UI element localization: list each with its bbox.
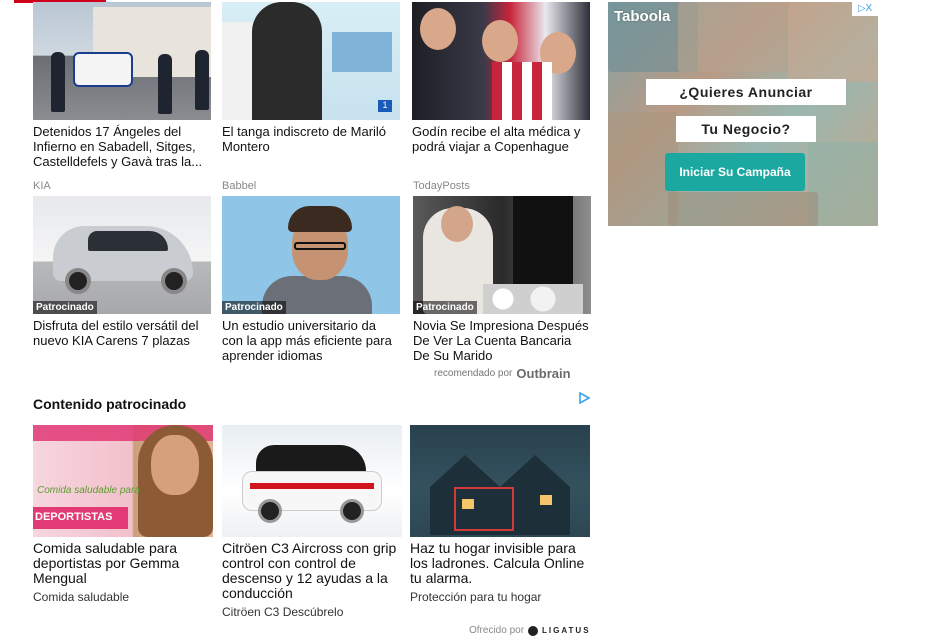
article-thumbnail[interactable] (412, 2, 590, 120)
thumb-banner-text: DEPORTISTAS (33, 507, 128, 529)
sponsored-thumbnail[interactable]: Patrocinado (222, 196, 400, 314)
ad-headline-line1: ¿Quieres Anunciar (646, 79, 846, 105)
article-card-3[interactable]: Godín recibe el alta médica y podrá viaj… (412, 2, 590, 154)
adchoices-play-icon[interactable] (578, 392, 590, 404)
sponsor-brand: Babbel (222, 180, 257, 192)
sponsored-title[interactable]: Novia Se Impresiona Después De Ver La Cu… (413, 318, 591, 363)
recommended-by-outbrain[interactable]: recomendado por Outbrain (434, 366, 571, 381)
ligatus-title[interactable]: Haz tu hogar invisible para los ladrones… (410, 541, 590, 586)
ligatus-card-1[interactable]: Comida saludable para DEPORTISTAS Comida… (33, 425, 213, 604)
article-title[interactable]: Godín recibe el alta médica y podrá viaj… (412, 124, 590, 154)
sponsored-card-3[interactable]: Patrocinado Novia Se Impresiona Después … (413, 196, 591, 363)
sponsored-title[interactable]: Disfruta del estilo versátil del nuevo K… (33, 318, 211, 348)
sponsored-badge: Patrocinado (413, 301, 477, 314)
outbrain-logo[interactable]: Outbrain (516, 366, 570, 381)
adchoices-icon[interactable]: ▷X (852, 2, 878, 16)
sponsored-title[interactable]: Un estudio universitario da con la app m… (222, 318, 400, 363)
sponsored-thumbnail[interactable]: Patrocinado (33, 196, 211, 314)
article-title[interactable]: El tanga indiscreto de Mariló Montero (222, 124, 400, 154)
sponsored-badge: Patrocinado (33, 301, 97, 314)
ligatus-thumbnail[interactable] (222, 425, 402, 537)
ligatus-thumbnail[interactable]: Comida saludable para DEPORTISTAS (33, 425, 213, 537)
taboola-ad-banner[interactable]: Taboola ▷X ¿Quieres Anunciar Tu Negocio?… (608, 2, 878, 226)
ligatus-desc[interactable]: Comida saludable (33, 590, 213, 604)
recommended-label: recomendado por (434, 368, 513, 379)
ad-headline-line2: Tu Negocio? (676, 116, 816, 142)
sponsored-card-1[interactable]: Patrocinado Disfruta del estilo versátil… (33, 196, 211, 348)
sponsored-card-2[interactable]: Patrocinado Un estudio universitario da … (222, 196, 400, 363)
article-thumbnail[interactable] (33, 2, 211, 120)
ligatus-logo-icon (528, 625, 539, 636)
ligatus-desc[interactable]: Citröen C3 Descúbrelo (222, 605, 402, 619)
ligatus-card-2[interactable]: Citröen C3 Aircross con grip control con… (222, 425, 402, 619)
ligatus-desc[interactable]: Protección para tu hogar (410, 590, 590, 604)
ligatus-thumbnail[interactable] (410, 425, 590, 537)
section-title: Contenido patrocinado (33, 396, 187, 412)
article-card-2[interactable]: 1 El tanga indiscreto de Mariló Montero (222, 2, 400, 154)
sponsor-brand: TodayPosts (413, 180, 470, 192)
article-thumbnail[interactable]: 1 (222, 2, 400, 120)
offered-label: Ofrecido por (469, 625, 525, 636)
ligatus-logo[interactable]: LIGATUS (542, 626, 591, 635)
offered-by-ligatus[interactable]: Ofrecido por LIGATUS (469, 625, 591, 636)
sponsor-brand: KIA (33, 180, 51, 192)
ligatus-card-3[interactable]: Haz tu hogar invisible para los ladrones… (410, 425, 590, 604)
taboola-logo[interactable]: Taboola (614, 8, 670, 25)
sponsored-thumbnail[interactable]: Patrocinado (413, 196, 591, 314)
ad-cta-button[interactable]: Iniciar Su Campaña (665, 153, 805, 191)
article-card-1[interactable]: Detenidos 17 Ángeles del Infierno en Sab… (33, 2, 211, 169)
sponsored-badge: Patrocinado (222, 301, 286, 314)
ligatus-title[interactable]: Citröen C3 Aircross con grip control con… (222, 541, 402, 601)
article-title[interactable]: Detenidos 17 Ángeles del Infierno en Sab… (33, 124, 211, 169)
thumb-script-text: Comida saludable para (37, 485, 140, 496)
ligatus-title[interactable]: Comida saludable para deportistas por Ge… (33, 541, 213, 586)
